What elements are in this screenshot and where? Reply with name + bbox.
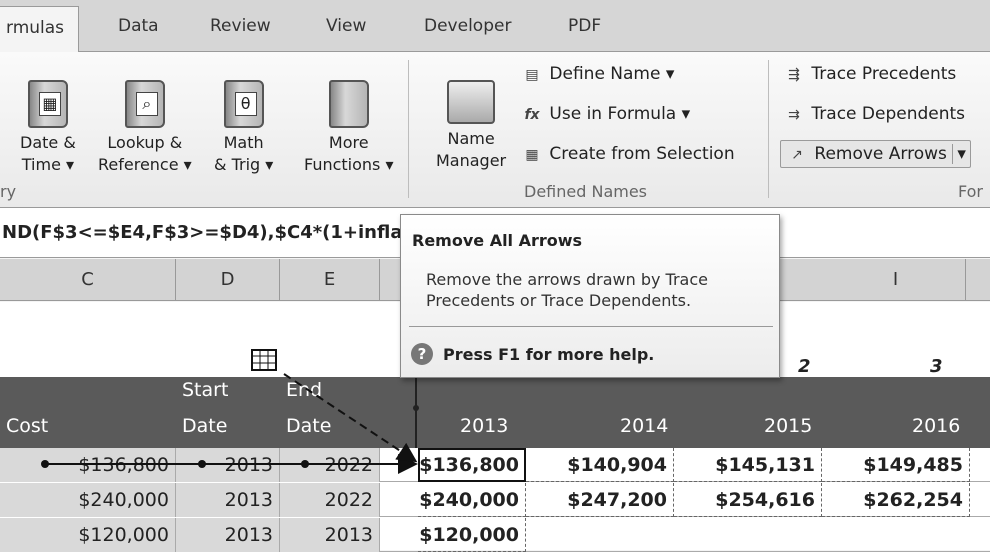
dashed-trace-arrow [283,373,418,463]
tab-formulas[interactable]: rmulas [0,6,80,53]
arrow-origin-dot [413,405,419,411]
remove-arrows-tooltip: Remove All Arrows Remove the arrows draw… [400,214,780,378]
books-icon [328,80,369,128]
worksheet-reference-icon [251,349,277,371]
ribbon-tab-bar: rmulas Data Review View Developer PDF [0,0,990,53]
formula-auditing-group-label: For [958,182,983,201]
name-manager-button[interactable]: Name Manager [436,80,506,172]
arrow-origin-dot [301,460,309,468]
ribbon: ▦ Date & Time ▾ ⌕ Lookup & Reference ▾ θ… [0,52,990,208]
use-in-formula-button[interactable]: fx Use in Formula ▾ [520,104,690,124]
card-file-icon [447,80,496,124]
tooltip-title: Remove All Arrows [412,231,583,250]
formula-text[interactable]: ND(F$3<=$E4,F$3>=$D4),$C4*(1+infla [2,222,402,243]
chevron-down-icon[interactable]: ▾ [952,144,966,164]
tab-developer[interactable]: Developer [424,16,511,36]
defined-names-group-label: Defined Names [524,182,648,201]
tooltip-help-text: Press F1 for more help. [443,345,655,364]
trace-precedents-button[interactable]: ⇶ Trace Precedents [782,64,956,84]
eraser-arrows-icon: ↗ [791,147,803,163]
remove-arrows-button[interactable]: ↗ Remove Arrows ▾ [780,140,971,168]
create-from-selection-button[interactable]: ▦ Create from Selection [520,144,734,164]
theta-book-icon: θ [223,80,264,128]
trace-dependents-icon: ⇉ [788,107,800,123]
function-library-group-label: ry [0,182,17,201]
group-separator [768,60,769,198]
lookup-reference-button[interactable]: ⌕ Lookup & Reference ▾ [98,80,192,176]
tab-pdf[interactable]: PDF [568,16,601,36]
column-header-i[interactable]: I [826,259,966,301]
define-name-icon: ▤ [525,67,539,83]
magnifier-book-icon: ⌕ [124,80,165,128]
tooltip-description: Remove the arrows drawn by Trace Precede… [426,270,708,310]
column-header-c[interactable]: C [0,259,176,301]
tooltip-divider [409,326,773,327]
tab-review[interactable]: Review [210,16,271,36]
date-time-button[interactable]: ▦ Date & Time ▾ [20,80,76,176]
help-icon: ? [411,343,433,365]
trace-dependents-button[interactable]: ⇉ Trace Dependents [782,104,965,124]
math-trig-button[interactable]: θ Math & Trig ▾ [214,80,273,176]
column-header-e[interactable]: E [280,259,380,301]
trace-precedents-icon: ⇶ [788,67,800,83]
arrow-origin-dot [198,460,206,468]
calendar-book-icon: ▦ [27,80,68,128]
arrow-origin-dot [41,460,49,468]
tab-view[interactable]: View [326,16,366,36]
column-header-d[interactable]: D [176,259,280,301]
tab-data[interactable]: Data [118,16,159,36]
define-name-button[interactable]: ▤ Define Name ▾ [520,64,674,84]
group-separator [408,60,409,198]
fx-icon: fx [524,107,540,123]
more-functions-button[interactable]: More Functions ▾ [304,80,394,176]
grid-selection-icon: ▦ [525,147,539,163]
